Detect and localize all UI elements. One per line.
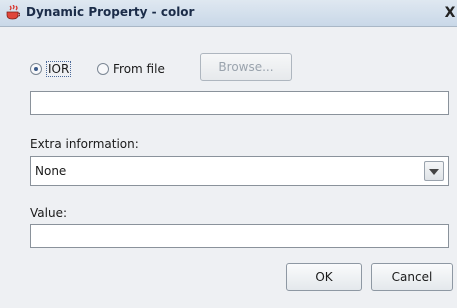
close-icon[interactable]: X	[443, 4, 457, 22]
chevron-down-icon[interactable]	[424, 161, 444, 181]
dynamic-property-dialog: Dynamic Property - color X IOR From file…	[0, 0, 457, 308]
radio-from-file-label: From file	[113, 62, 165, 76]
radio-from-file-indicator[interactable]	[97, 63, 109, 75]
radio-ior-indicator[interactable]	[30, 63, 42, 75]
window-title: Dynamic Property - color	[26, 5, 195, 19]
radio-ior-label: IOR	[46, 61, 72, 77]
radio-ior[interactable]: IOR	[30, 61, 72, 77]
value-input[interactable]	[30, 224, 449, 248]
radio-from-file[interactable]: From file	[97, 61, 165, 77]
value-label: Value:	[30, 206, 67, 220]
extra-information-label: Extra information:	[30, 137, 139, 151]
cancel-button[interactable]: Cancel	[371, 263, 453, 291]
ok-button[interactable]: OK	[286, 263, 362, 291]
ior-input[interactable]	[30, 91, 449, 115]
browse-button[interactable]: Browse...	[200, 53, 292, 81]
extra-information-value: None	[35, 164, 67, 178]
title-bar[interactable]: Dynamic Property - color X	[0, 0, 457, 27]
java-cup-icon	[6, 5, 20, 20]
extra-information-select[interactable]: None	[30, 156, 449, 186]
